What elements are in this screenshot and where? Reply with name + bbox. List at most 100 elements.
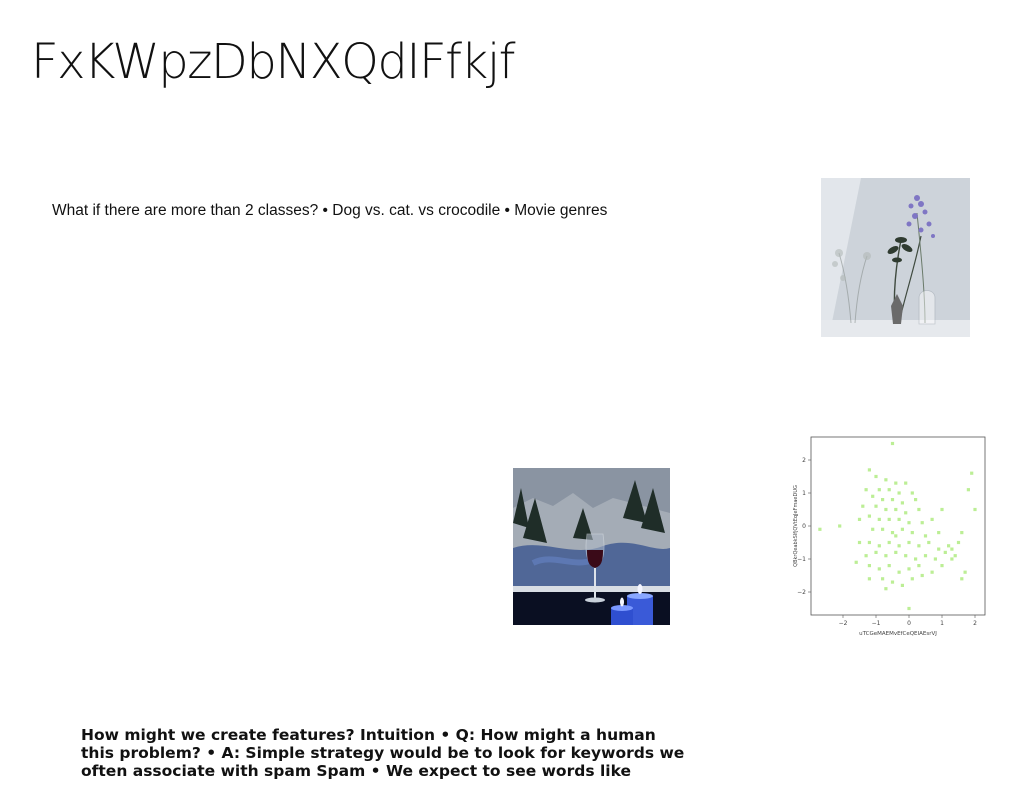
scatter-point — [871, 494, 875, 498]
scatter-point — [917, 507, 921, 512]
scatter-point — [907, 567, 911, 571]
scatter-point — [874, 504, 878, 508]
scatter-point — [877, 567, 881, 571]
scatter-point — [966, 488, 970, 492]
scatter-point — [930, 570, 934, 574]
vase-with-flowers-photo — [821, 178, 970, 337]
y-tick-label: −2 — [797, 589, 806, 596]
scatter-point — [963, 570, 967, 574]
scatter-point — [956, 540, 961, 545]
scatter-point — [933, 557, 937, 561]
scatter-point — [867, 540, 871, 545]
scatter-point — [923, 554, 928, 558]
scatter-point — [897, 544, 901, 548]
scatter-point — [871, 527, 875, 531]
scatter-point — [923, 534, 928, 538]
scatter-point — [927, 540, 931, 545]
scatter-point — [867, 468, 871, 472]
wine-glass-and-candles-photo — [513, 468, 670, 625]
scatter-point — [864, 488, 868, 492]
bottom-text: How might we create features? Intuition … — [81, 726, 685, 780]
scatter-point — [884, 507, 888, 512]
scatter-point — [887, 540, 891, 545]
scatter-point — [920, 573, 924, 578]
scatter-point — [937, 531, 941, 535]
scatter-point — [907, 606, 911, 611]
scatter-point — [910, 577, 914, 581]
x-tick-label: 2 — [973, 620, 977, 627]
scatter-point — [890, 498, 895, 502]
scatter-point — [917, 544, 921, 548]
scatter-point — [884, 587, 888, 591]
scatter-point — [874, 550, 878, 554]
body-text: What if there are more than 2 classes? •… — [52, 202, 608, 219]
scatter-point — [877, 544, 881, 548]
scatter-point — [861, 504, 865, 508]
scatter-point — [884, 554, 888, 558]
scatter-point — [917, 564, 921, 568]
candles-illustration — [513, 468, 670, 625]
scatter-point — [881, 498, 885, 502]
scatter-point — [907, 521, 911, 525]
scatter-point — [970, 471, 974, 475]
scatter-point — [950, 547, 954, 551]
scatter-point — [897, 517, 901, 521]
scatter-point — [890, 580, 895, 584]
x-tick-label: 0 — [907, 620, 911, 627]
scatter-point — [881, 527, 885, 531]
slide-title: FxKWpzDbNXQdIFfkjf — [31, 34, 516, 90]
scatter-point — [877, 488, 881, 492]
scatter-point — [904, 554, 908, 558]
x-axis-ticks: −2 −1 0 1 2 — [839, 615, 977, 627]
y-axis-label: QBkrQeabkSIfjQVtEqJeFmaeDUG — [793, 485, 799, 567]
y-tick-label: 1 — [802, 490, 806, 497]
scatter-point — [914, 557, 918, 561]
scatter-point — [894, 481, 898, 485]
scatter-point — [900, 583, 904, 587]
scatter-point — [877, 517, 881, 521]
scatter-point — [864, 554, 868, 558]
x-tick-label: −2 — [839, 620, 848, 627]
scatter-point — [910, 531, 914, 535]
scatter-point — [890, 441, 895, 446]
scatter-point — [900, 527, 904, 531]
scatter-point — [874, 474, 878, 479]
scatter-point — [914, 498, 918, 502]
y-tick-label: 0 — [802, 523, 806, 530]
scatter-point — [904, 481, 908, 485]
scatter-point — [894, 534, 898, 538]
y-tick-label: 2 — [802, 457, 806, 464]
scatter-point — [940, 507, 944, 512]
scatter-point — [857, 540, 862, 545]
scatter-point — [973, 507, 977, 512]
scatter-point — [947, 544, 951, 548]
scatter-point — [940, 564, 944, 568]
scatter-point — [897, 491, 901, 495]
scatter-point — [960, 531, 964, 535]
scatter-point — [907, 540, 911, 545]
scatter-point — [854, 560, 858, 564]
scatter-point — [890, 531, 895, 535]
scatter-point — [884, 478, 888, 482]
scatter-point — [937, 547, 941, 551]
x-tick-label: −1 — [872, 620, 881, 627]
scatter-point — [887, 517, 891, 521]
scatter-point — [950, 557, 954, 561]
scatter-point — [910, 491, 914, 495]
scatter-point — [894, 507, 898, 512]
scatter-point — [857, 517, 862, 521]
scatter-point — [960, 577, 964, 581]
scatter-point — [904, 511, 908, 515]
scatter-point — [818, 527, 822, 531]
scatter-point — [900, 501, 904, 505]
scatter-point — [920, 521, 924, 525]
scatter-point — [887, 564, 891, 568]
y-axis-ticks: 2 1 0 −1 −2 — [797, 457, 811, 596]
scatter-point — [943, 550, 947, 554]
scatter-point — [838, 524, 842, 528]
scatter-point — [867, 514, 871, 518]
scatter-point — [867, 564, 871, 568]
x-axis-label: uTCGeMAEMvEfCeQEIAEsrVJ — [859, 631, 937, 637]
scatter-point — [897, 570, 901, 574]
scatter-point — [894, 550, 898, 554]
